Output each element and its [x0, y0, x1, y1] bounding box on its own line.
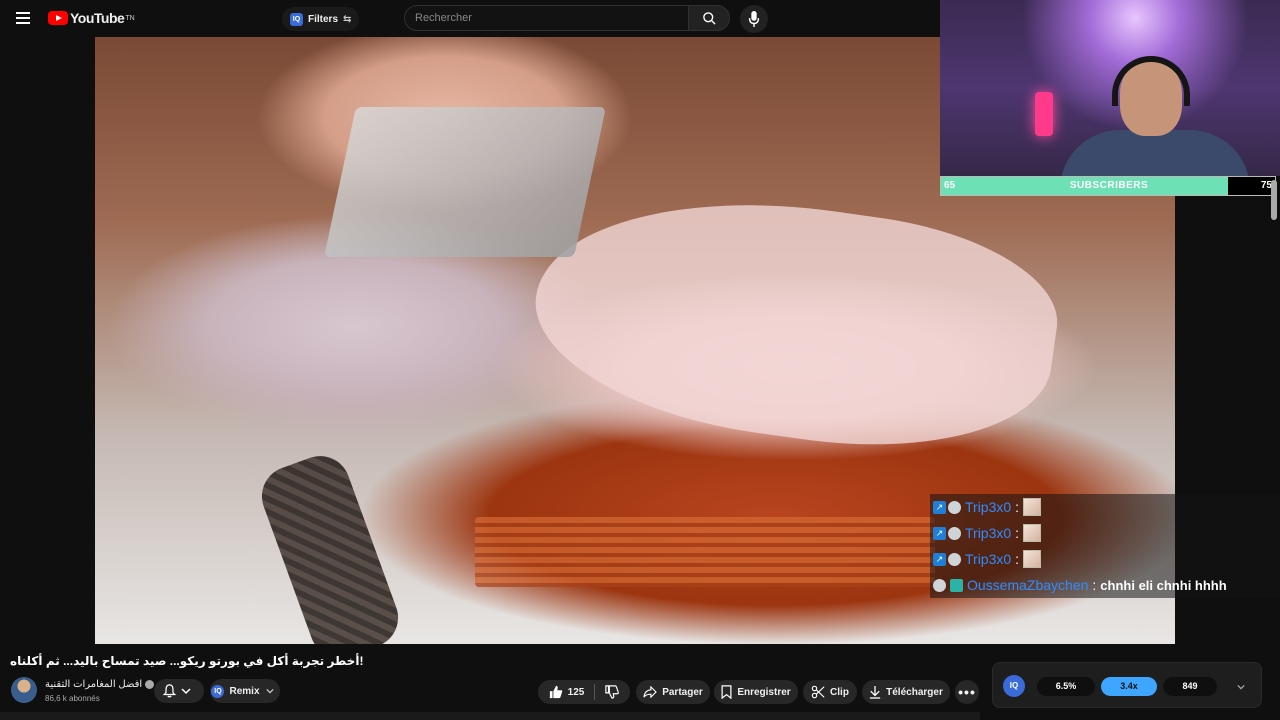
microphone [1035, 92, 1053, 136]
chat-message: ↗ Trip3x0: [930, 520, 1280, 546]
emote-icon [1023, 550, 1042, 568]
verified-icon [145, 679, 155, 689]
badge-icon: ↗ [933, 552, 946, 566]
video-scene-knife [324, 107, 606, 257]
skull-icon [933, 578, 946, 592]
share-button[interactable]: Partager [636, 680, 710, 704]
more-actions-button[interactable]: ••• [955, 680, 979, 704]
more-icon: ••• [958, 684, 976, 700]
like-button[interactable]: 125 [549, 685, 595, 699]
clip-button[interactable]: Clip [803, 680, 857, 704]
download-icon [869, 686, 881, 699]
remix-button[interactable]: IQ Remix [210, 679, 280, 703]
channel-avatar[interactable] [11, 677, 37, 703]
like-dislike-group: 125 [538, 680, 630, 704]
emote-icon [1023, 524, 1042, 542]
top-bar: YouTube TN IQ Filters ⇆ [0, 0, 940, 37]
bookmark-icon [721, 685, 732, 699]
share-label: Partager [662, 686, 703, 698]
save-button[interactable]: Enregistrer [714, 680, 798, 704]
channel-name[interactable]: افضل المغامرات التقنية [45, 679, 142, 690]
save-label: Enregistrer [737, 686, 791, 698]
sub-goal-label: SUBSCRIBERS [1069, 180, 1149, 191]
thumbs-down-icon [605, 685, 620, 699]
download-label: Télécharger [886, 686, 943, 698]
video-scene-skin [253, 447, 407, 644]
scissors-icon [811, 685, 825, 699]
voice-search-button[interactable] [740, 5, 768, 33]
clip-label: Clip [830, 686, 849, 698]
microphone-icon [748, 11, 760, 27]
streamer-webcam [940, 0, 1280, 176]
streamer [1060, 56, 1250, 176]
channel-name-row[interactable]: افضل المغامرات التقنية [45, 679, 155, 690]
subscriber-goal-bar: 65 SUBSCRIBERS 75 [940, 176, 1276, 196]
skull-icon [948, 500, 961, 514]
chat-username: Trip3x0 [965, 499, 1012, 515]
video-title: أخطر تجربة أكل في بورتو ريكو... صيد تمسا… [10, 654, 364, 668]
scrollbar[interactable] [1271, 180, 1277, 220]
like-count: 125 [567, 686, 585, 698]
badge-icon: ↗ [933, 500, 946, 514]
youtube-play-icon [48, 11, 68, 25]
filters-label: Filters [308, 13, 339, 25]
search-button[interactable] [688, 5, 730, 31]
menu-icon[interactable] [16, 12, 30, 24]
search-icon [702, 11, 716, 25]
download-button[interactable]: Télécharger [862, 680, 950, 704]
thumbs-up-icon [549, 685, 562, 699]
chevron-down-icon[interactable] [1237, 684, 1245, 690]
video-scene-meat [521, 171, 1069, 473]
description-strip[interactable] [0, 712, 980, 720]
dislike-button[interactable] [595, 685, 620, 699]
chat-message: ↗ Trip3x0: [930, 494, 1280, 520]
bell-icon [162, 684, 176, 698]
stat-percent: 6.5% [1037, 677, 1095, 696]
iq-icon: IQ [290, 12, 303, 26]
chat-message: OussemaZbaychen: chnhi eli chnhi hhhh [930, 572, 1280, 598]
stats-widget: IQ 6.5% 3.4x 849 [992, 662, 1262, 708]
stat-count: 849 [1163, 677, 1217, 696]
share-icon [643, 686, 657, 698]
logo-text: YouTube [70, 10, 125, 26]
iq-logo-icon[interactable]: IQ [1003, 675, 1025, 697]
chevron-down-icon [180, 688, 191, 695]
chat-username: Trip3x0 [965, 551, 1012, 567]
chat-overlay: ↗ Trip3x0: ↗ Trip3x0: ↗ Trip3x0: Oussema… [930, 494, 1280, 598]
skull-icon [948, 526, 961, 540]
tune-icon: ⇆ [343, 13, 352, 25]
notifications-button[interactable] [154, 679, 204, 703]
chat-text: chnhi eli chnhi hhhh [1100, 577, 1227, 593]
emote-icon [1023, 498, 1042, 516]
chat-username: OussemaZbaychen [967, 577, 1089, 593]
skull-icon [948, 552, 961, 566]
search-input[interactable] [405, 6, 688, 30]
badge-icon [950, 578, 963, 592]
filters-button[interactable]: IQ Filters ⇆ [282, 7, 360, 31]
chat-message: ↗ Trip3x0: [930, 546, 1280, 572]
search-box [404, 5, 689, 31]
remix-label: Remix [229, 685, 260, 697]
logo-country: TN [125, 14, 135, 22]
iq-icon: IQ [211, 684, 225, 698]
youtube-logo[interactable]: YouTube TN [48, 10, 135, 26]
stat-multiplier: 3.4x [1101, 677, 1157, 696]
chat-username: Trip3x0 [965, 525, 1012, 541]
video-scene-board [475, 517, 935, 587]
chevron-down-icon [265, 688, 274, 694]
headset-icon [1112, 56, 1190, 106]
badge-icon: ↗ [933, 526, 946, 540]
subscriber-count: 86,6 k abonnés [45, 694, 100, 703]
